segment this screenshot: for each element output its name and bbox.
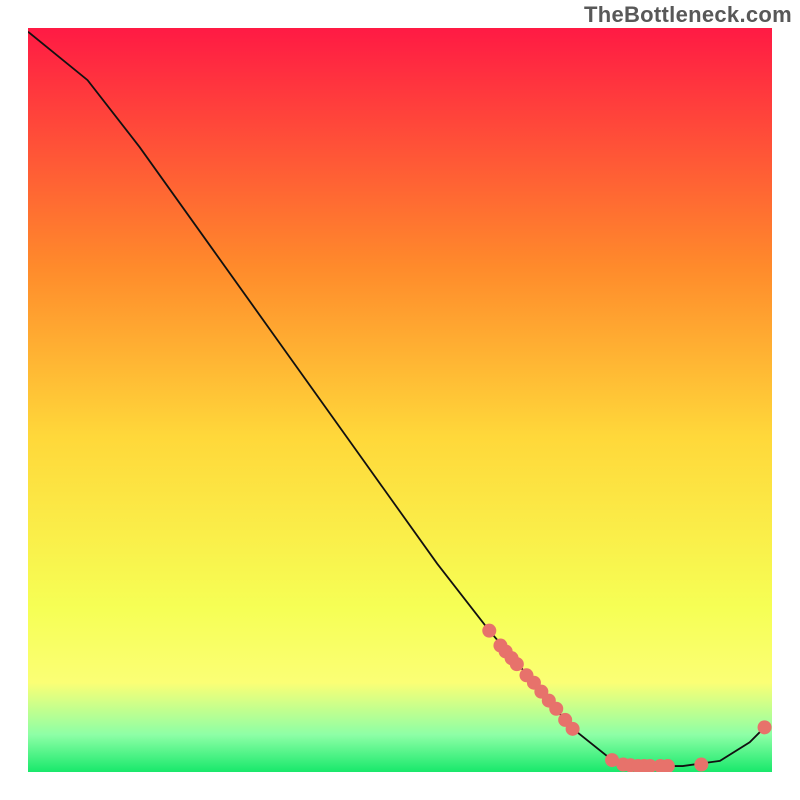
data-marker (510, 657, 524, 671)
data-marker (549, 702, 563, 716)
data-marker (694, 758, 708, 772)
chart-container: TheBottleneck.com (0, 0, 800, 800)
gradient-background (28, 28, 772, 772)
data-marker (482, 624, 496, 638)
data-marker (758, 720, 772, 734)
watermark-text: TheBottleneck.com (584, 2, 792, 28)
plot-area (28, 28, 772, 772)
data-marker (566, 722, 580, 736)
plot-svg (28, 28, 772, 772)
